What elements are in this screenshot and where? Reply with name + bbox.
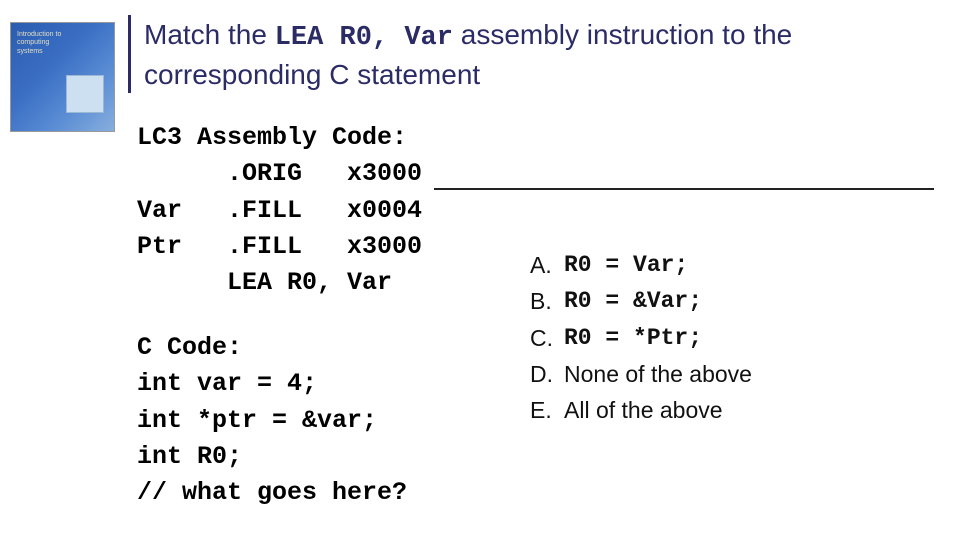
c-header: C Code: — [137, 333, 242, 362]
book-title-line2: computing systems — [17, 39, 49, 54]
title-divider — [128, 15, 131, 93]
answer-b: B. R0 = &Var; — [530, 283, 752, 319]
answer-d-label: D. — [530, 356, 564, 392]
answer-b-label: B. — [530, 283, 564, 319]
title-prefix: Match the — [144, 19, 275, 50]
horizontal-rule — [434, 188, 934, 190]
c-code-block: C Code: int var = 4; int *ptr = &var; in… — [137, 330, 407, 511]
asm-line-2: Var .FILL x0004 — [137, 196, 422, 225]
answer-a: A. R0 = Var; — [530, 247, 752, 283]
book-title-line1: Introduction to — [17, 31, 61, 38]
c-line-2: int *ptr = &var; — [137, 406, 377, 435]
asm-line-1: .ORIG x3000 — [137, 159, 422, 188]
answer-c-label: C. — [530, 320, 564, 356]
answer-a-text: R0 = Var; — [564, 247, 688, 283]
assembly-code-block: LC3 Assembly Code: .ORIG x3000 Var .FILL… — [137, 120, 422, 301]
slide-title: Match the LEA R0, Var assembly instructi… — [144, 16, 914, 94]
title-code: LEA R0, Var — [275, 23, 453, 53]
asm-line-4: LEA R0, Var — [137, 268, 392, 297]
answer-e: E. All of the above — [530, 392, 752, 428]
answer-choices: A. R0 = Var; B. R0 = &Var; C. R0 = *Ptr;… — [530, 247, 752, 429]
textbook-cover-image: Introduction to computing systems — [10, 22, 115, 132]
answer-b-text: R0 = &Var; — [564, 283, 702, 319]
answer-e-text: All of the above — [564, 392, 723, 428]
answer-c: C. R0 = *Ptr; — [530, 320, 752, 356]
answer-c-text: R0 = *Ptr; — [564, 320, 702, 356]
answer-a-label: A. — [530, 247, 564, 283]
c-line-3: int R0; — [137, 442, 242, 471]
book-cover-art — [66, 75, 104, 113]
c-line-4: // what goes here? — [137, 478, 407, 507]
answer-d: D. None of the above — [530, 356, 752, 392]
book-title: Introduction to computing systems — [17, 31, 72, 56]
asm-line-3: Ptr .FILL x3000 — [137, 232, 422, 261]
answer-d-text: None of the above — [564, 356, 752, 392]
asm-header: LC3 Assembly Code: — [137, 123, 407, 152]
answer-e-label: E. — [530, 392, 564, 428]
c-line-1: int var = 4; — [137, 369, 317, 398]
